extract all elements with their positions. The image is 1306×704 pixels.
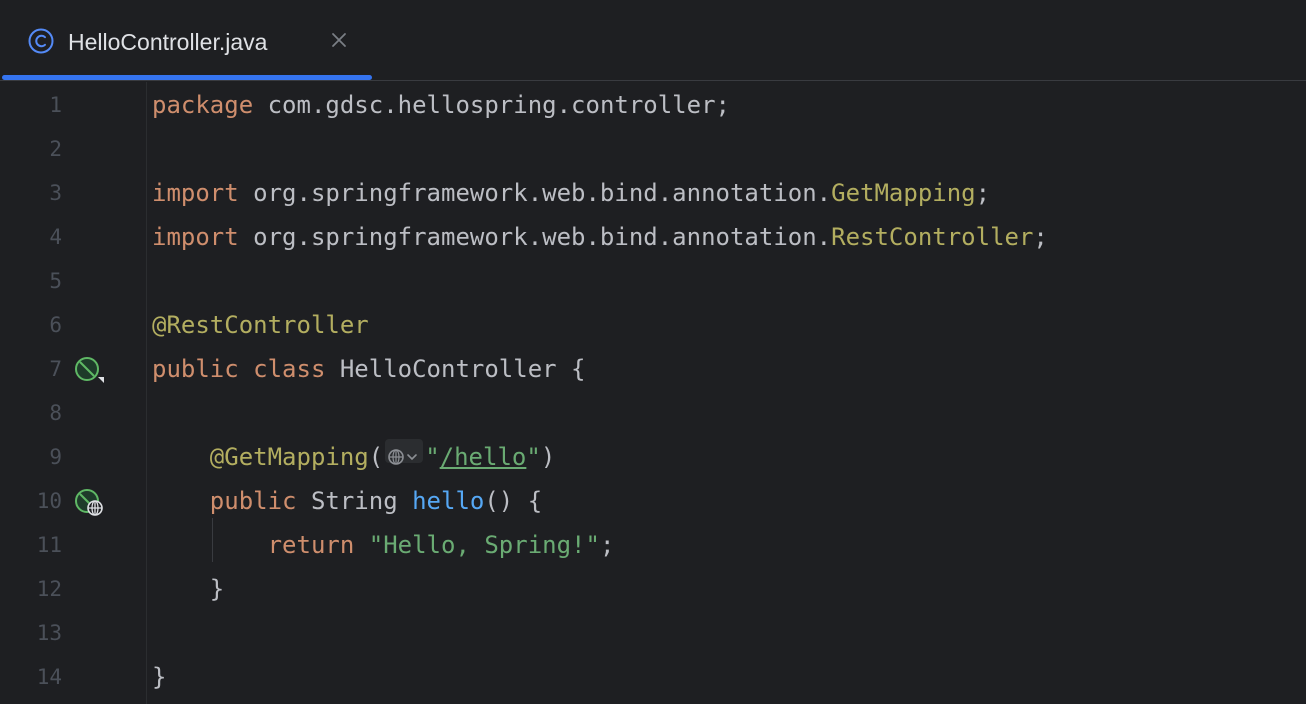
line-number: 5 bbox=[49, 269, 62, 293]
line-number: 12 bbox=[36, 577, 62, 601]
line-number: 1 bbox=[49, 93, 62, 117]
code-text: package com.gdsc.hellospring.controller; bbox=[152, 83, 730, 127]
code-line[interactable]: 6 @RestController bbox=[0, 303, 1306, 347]
code-token: return bbox=[267, 531, 355, 559]
code-token: com.gdsc.hellospring.controller; bbox=[253, 91, 730, 119]
code-line[interactable]: 4 import org.springframework.web.bind.ann… bbox=[0, 215, 1306, 259]
code-token: ) bbox=[540, 443, 556, 471]
code-line[interactable]: 14} bbox=[0, 655, 1306, 699]
code-token: " bbox=[425, 443, 440, 471]
line-number: 13 bbox=[36, 621, 62, 645]
code-token: class bbox=[253, 355, 326, 383]
line-number: 11 bbox=[36, 533, 62, 557]
code-token: } bbox=[152, 575, 225, 603]
code-token: RestController bbox=[831, 223, 1034, 251]
line-number: 8 bbox=[49, 401, 62, 425]
tab-title: HelloController.java bbox=[68, 29, 268, 55]
code-line[interactable]: 1 package com.gdsc.hellospring.controller… bbox=[0, 83, 1306, 127]
line-number: 2 bbox=[49, 137, 62, 161]
code-token: ; bbox=[1033, 223, 1048, 251]
code-line[interactable]: 2 bbox=[0, 127, 1306, 171]
spring-bean-icon[interactable] bbox=[74, 356, 106, 389]
code-token: ; bbox=[975, 179, 991, 207]
code-token: hello bbox=[412, 487, 485, 515]
code-line[interactable]: 7 public class HelloController { bbox=[0, 347, 1306, 391]
line-number: 6 bbox=[49, 313, 62, 337]
code-editor[interactable]: 1 package com.gdsc.hellospring.controller… bbox=[0, 82, 1306, 704]
code-token: () { bbox=[484, 487, 543, 515]
code-token: HelloController { bbox=[325, 355, 586, 383]
code-text: import org.springframework.web.bind.anno… bbox=[152, 215, 1048, 259]
code-line[interactable]: 8 bbox=[0, 391, 1306, 435]
code-token: import bbox=[152, 179, 239, 207]
code-token: ; bbox=[599, 531, 615, 559]
spring-web-endpoint-icon[interactable] bbox=[74, 488, 106, 523]
code-text: } bbox=[152, 655, 166, 699]
code-token: String bbox=[296, 487, 413, 515]
code-text: import org.springframework.web.bind.anno… bbox=[152, 171, 990, 215]
code-text: } bbox=[152, 567, 224, 611]
code-token: @RestController bbox=[152, 311, 369, 339]
code-token: "Hello, Spring!" bbox=[368, 531, 600, 559]
line-number: 9 bbox=[49, 445, 62, 469]
code-token: public bbox=[152, 355, 239, 383]
code-token: package bbox=[152, 91, 254, 119]
code-line[interactable]: 12 } bbox=[0, 567, 1306, 611]
code-token: } bbox=[152, 663, 167, 691]
editor-tab-bar: HelloController.java bbox=[0, 0, 1306, 81]
code-token: @GetMapping bbox=[209, 443, 369, 471]
code-line[interactable]: 5 bbox=[0, 259, 1306, 303]
code-text: @GetMapping( "/hello") bbox=[152, 435, 555, 479]
code-token: " bbox=[526, 443, 541, 471]
code-text: @RestController bbox=[152, 303, 369, 347]
code-line[interactable]: 9 @GetMapping( "/hello") bbox=[0, 435, 1306, 479]
code-token: ( bbox=[368, 443, 384, 471]
code-text: public String hello() { bbox=[152, 479, 542, 523]
code-token: /hello bbox=[439, 443, 527, 471]
close-icon[interactable] bbox=[329, 30, 349, 50]
code-token: public bbox=[209, 487, 297, 515]
code-token: org.springframework.web.bind.annotation. bbox=[238, 179, 832, 207]
code-text: return "Hello, Spring!"; bbox=[152, 523, 615, 567]
code-line[interactable]: 3 import org.springframework.web.bind.ann… bbox=[0, 171, 1306, 215]
java-class-icon bbox=[28, 28, 54, 54]
tab-hellocontroller[interactable]: HelloController.java bbox=[0, 0, 374, 81]
code-text: public class HelloController { bbox=[152, 347, 586, 391]
line-number: 14 bbox=[36, 665, 62, 689]
line-number: 3 bbox=[49, 181, 62, 205]
line-number: 4 bbox=[49, 225, 62, 249]
globe-dropdown-icon[interactable] bbox=[385, 439, 424, 465]
code-token: GetMapping bbox=[831, 179, 976, 207]
line-number: 10 bbox=[36, 489, 62, 513]
code-line[interactable]: 11 return "Hello, Spring!"; bbox=[0, 523, 1306, 567]
active-tab-indicator bbox=[2, 75, 372, 80]
code-line[interactable]: 10 public String hello() { bbox=[0, 479, 1306, 523]
line-number: 7 bbox=[49, 357, 62, 381]
indent-guide bbox=[212, 518, 213, 562]
code-line[interactable]: 13 bbox=[0, 611, 1306, 655]
code-token: import bbox=[152, 223, 239, 251]
code-token: org.springframework.web.bind.annotation. bbox=[238, 223, 832, 251]
